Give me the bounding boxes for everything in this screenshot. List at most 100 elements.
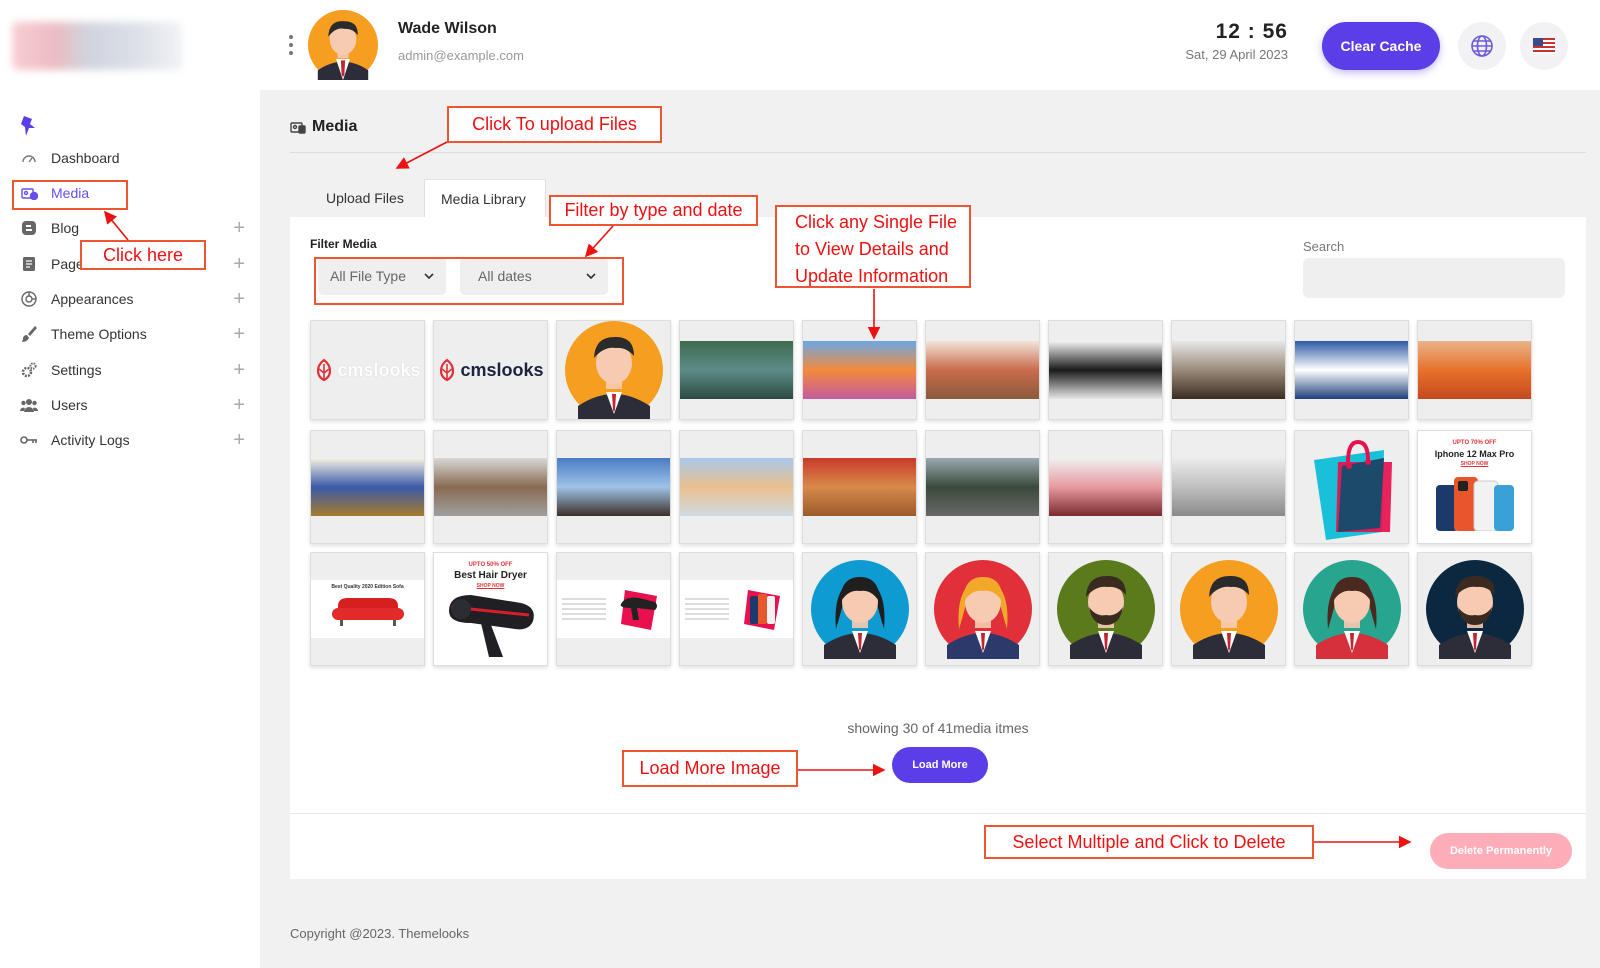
expand-plus-icon[interactable]: + [233, 253, 245, 276]
media-thumb-iphone-small-banner[interactable] [679, 552, 794, 666]
expand-plus-icon[interactable]: + [233, 323, 245, 346]
media-thumb-hiker-lake[interactable] [679, 320, 794, 420]
annotation-click-here: Click here [80, 240, 206, 270]
media-thumb-imac-desk[interactable] [1048, 320, 1163, 420]
media-thumb-avatar-woman-red[interactable] [925, 552, 1040, 666]
media-thumb-woman-rocks[interactable] [433, 430, 548, 544]
divider [290, 813, 1586, 814]
brand-name: cmslooks [460, 359, 544, 380]
load-more-button[interactable]: Load More [892, 747, 988, 783]
media-thumb-hiker-mountain[interactable] [556, 430, 671, 544]
sidebar-item-dashboard[interactable]: Dashboard [20, 143, 245, 173]
annotation-single-file: Click any Single File to View Details an… [775, 205, 971, 288]
blog-icon [20, 219, 38, 237]
appearance-icon [20, 290, 38, 308]
media-thumb-avatar-woman-blue[interactable] [802, 552, 917, 666]
globe-icon [1471, 35, 1493, 57]
page-title: Media [290, 118, 357, 136]
media-thumb-avatar-woman-teal[interactable] [1294, 552, 1409, 666]
media-thumb-iphone-banner[interactable]: UPTO 70% OFF Iphone 12 Max Pro SHOP NOW [1417, 430, 1532, 544]
media-thumb-hair-dryer-banner[interactable]: UPTO 50% OFF Best Hair Dryer SHOP NOW [433, 552, 548, 666]
media-thumb-orange-juice[interactable] [1417, 320, 1532, 420]
media-thumb-sofa-banner[interactable]: Best Quality 2020 Edition Sofa [310, 552, 425, 666]
media-thumb-cyclist[interactable] [925, 430, 1040, 544]
media-thumb-avatar-man-navy[interactable] [1417, 552, 1532, 666]
media-thumb-woman-sitting[interactable] [310, 430, 425, 544]
annotation-media-highlight [12, 180, 128, 210]
media-thumb-tomatoes[interactable] [802, 430, 917, 544]
user-email: admin@example.com [398, 48, 524, 63]
annotation-filter: Filter by type and date [549, 195, 758, 226]
media-thumb-flower-portrait[interactable] [802, 320, 917, 420]
brand-name: cmslooks [337, 359, 421, 380]
sidebar-item-settings[interactable]: Settings + [20, 355, 245, 385]
sidebar-item-users[interactable]: Users + [20, 390, 245, 420]
sidebar-item-label: Appearances [51, 291, 134, 307]
sidebar-item-blog[interactable]: Blog + [20, 213, 245, 243]
page-title-text: Media [312, 118, 358, 135]
annotation-single-file-line: Click any Single File [795, 212, 958, 232]
media-thumb-shopping-bag-logo[interactable] [1294, 430, 1409, 544]
sidebar-item-label: Settings [51, 362, 102, 378]
clock: 12 : 56 Sat, 29 April 2023 [1185, 20, 1288, 62]
media-thumb-jumping-man[interactable] [679, 430, 794, 544]
media-thumb-avatar-man-orange[interactable] [1171, 552, 1286, 666]
language-button[interactable] [1458, 22, 1506, 70]
thumb-offer-text: UPTO 70% OFF [1452, 440, 1497, 446]
sidebar-item-appearances[interactable]: Appearances + [20, 284, 245, 314]
media-thumb-cmslooks-logo-white[interactable]: cmslooks [310, 320, 425, 420]
tab-media-library[interactable]: Media Library [424, 179, 546, 217]
media-thumb-hair-dryer-small-banner[interactable] [556, 552, 671, 666]
search-input[interactable] [1303, 258, 1565, 298]
annotation-filter-highlight [314, 257, 624, 305]
media-icon [290, 122, 306, 134]
more-vertical-icon[interactable] [288, 35, 294, 55]
sidebar-item-label: Users [51, 397, 88, 413]
expand-plus-icon[interactable]: + [233, 429, 245, 452]
tab-upload-files[interactable]: Upload Files [310, 179, 420, 217]
thumb-title-text: Iphone 12 Max Pro [1434, 449, 1515, 459]
user-name: Wade Wilson [398, 20, 497, 37]
media-thumb-avatar-man[interactable] [556, 320, 671, 420]
pin-icon[interactable] [20, 115, 38, 137]
delete-permanently-button[interactable]: Delete Permanently [1430, 833, 1572, 869]
expand-plus-icon[interactable]: + [233, 394, 245, 417]
users-icon [20, 396, 38, 414]
thumb-shop-text: SHOP NOW [1460, 461, 1489, 467]
thumb-offer-text: UPTO 50% OFF [468, 562, 513, 568]
key-icon [20, 431, 38, 449]
media-thumb-salad-bowl[interactable] [925, 320, 1040, 420]
annotation-single-file-line: Update Information [795, 266, 949, 286]
filter-media-label: Filter Media [310, 237, 377, 251]
media-thumb-laptop-desk[interactable] [1171, 430, 1286, 544]
expand-plus-icon[interactable]: + [233, 288, 245, 311]
media-thumb-santorini[interactable] [1294, 320, 1409, 420]
expand-plus-icon[interactable]: + [233, 359, 245, 382]
sidebar-item-activity-logs[interactable]: Activity Logs + [20, 425, 245, 455]
thumb-title-text: Best Hair Dryer [454, 570, 527, 581]
expand-plus-icon[interactable]: + [233, 217, 245, 240]
divider [290, 152, 1586, 153]
media-thumb-cmslooks-logo[interactable]: cmslooks [433, 320, 548, 420]
sidebar-item-label: Activity Logs [51, 432, 130, 448]
user-avatar[interactable] [308, 10, 378, 80]
media-thumb-flowers-wine[interactable] [1048, 430, 1163, 544]
sidebar-item-label: Blog [51, 220, 80, 236]
annotation-delete: Select Multiple and Click to Delete [984, 825, 1314, 859]
clock-date: Sat, 29 April 2023 [1185, 47, 1288, 62]
clear-cache-button[interactable]: Clear Cache [1322, 22, 1440, 70]
sidebar-item-theme-options[interactable]: Theme Options + [20, 319, 245, 349]
media-count-text: showing 30 of 41media itmes [847, 720, 1029, 736]
us-flag-icon [1533, 38, 1555, 54]
footer-copyright: Copyright @2023. Themelooks [290, 926, 470, 941]
media-thumb-avatar-man-beard[interactable] [1048, 552, 1163, 666]
media-panel: Filter Media All File Type All dates Sea… [290, 217, 1586, 879]
media-thumb-chef-cooking[interactable] [1171, 320, 1286, 420]
gear-icon [20, 361, 38, 379]
top-header: Wade Wilson admin@example.com 12 : 56 Sa… [0, 0, 1600, 90]
locale-button[interactable] [1520, 22, 1568, 70]
thumb-title-text: Best Quality 2020 Edition Sofa [331, 584, 404, 590]
search-label: Search [1303, 239, 1345, 254]
brush-icon [20, 325, 38, 343]
brand-logo[interactable] [12, 22, 182, 70]
